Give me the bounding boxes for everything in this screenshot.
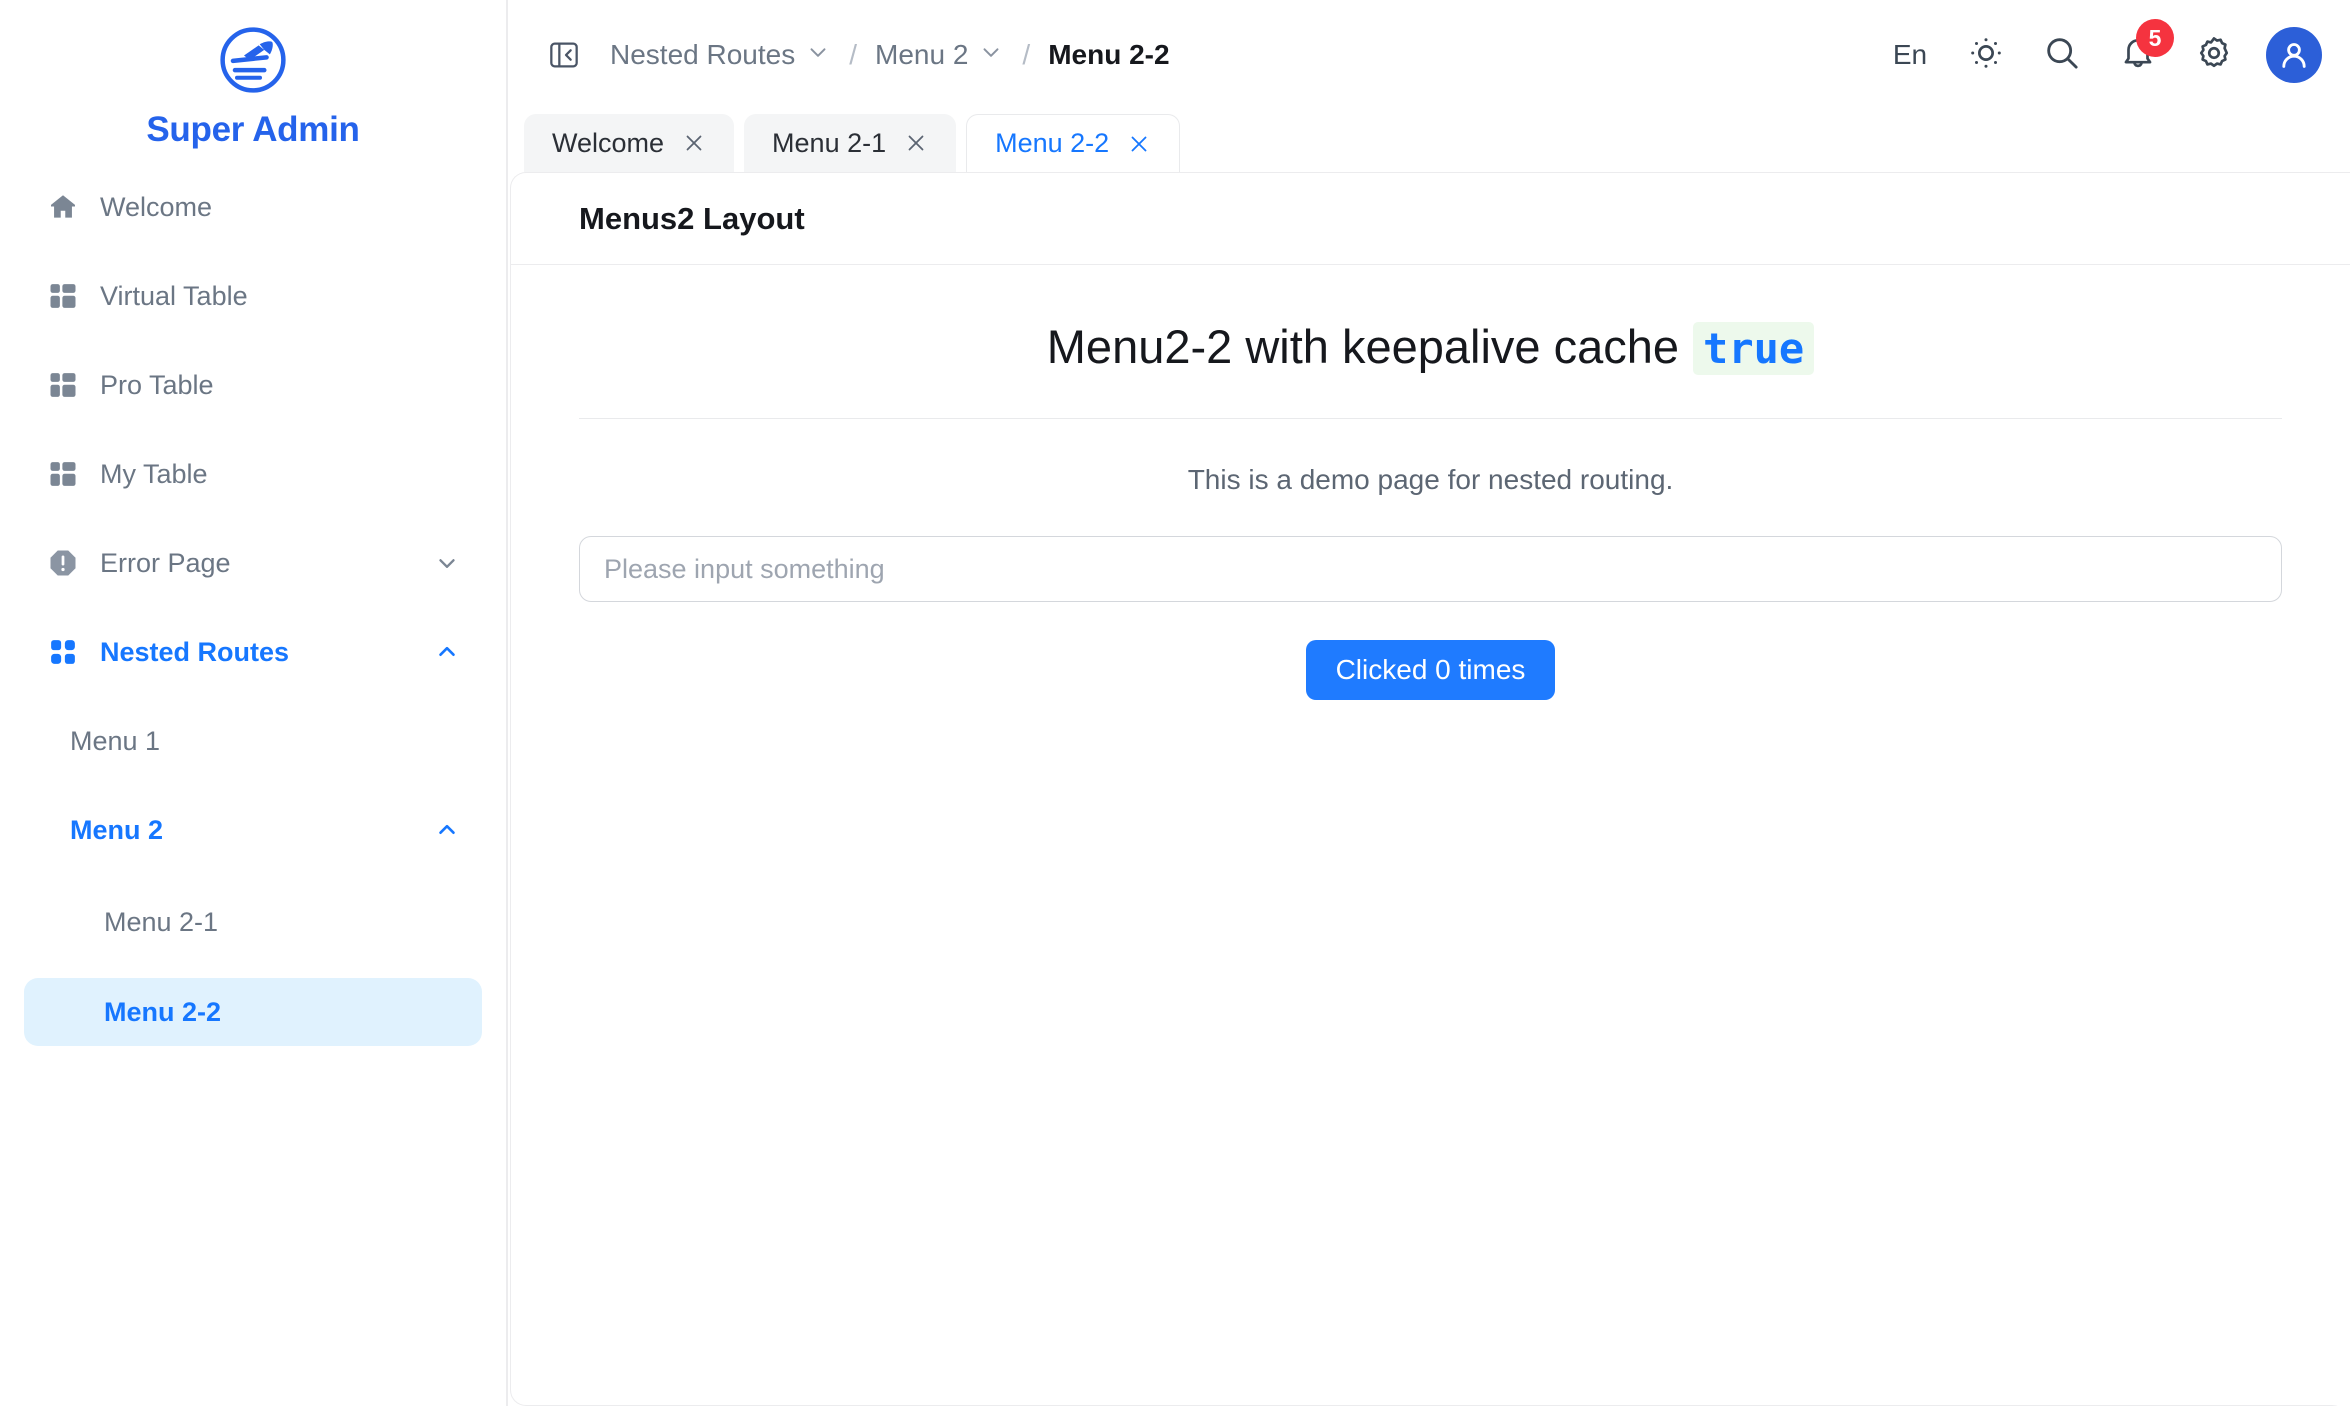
click-counter-button[interactable]: Clicked 0 times <box>1305 640 1556 700</box>
sidebar-item-nested-routes[interactable]: Nested Routes <box>24 621 482 683</box>
search-icon <box>2042 33 2082 78</box>
search-button[interactable] <box>2024 17 2100 93</box>
close-icon[interactable] <box>682 131 706 155</box>
sidebar-item-my-table[interactable]: My Table <box>24 443 482 505</box>
tab-label: Menu 2-2 <box>995 128 1110 158</box>
button-row: Clicked 0 times <box>579 640 2282 700</box>
sidebar-item-label: Welcome <box>100 191 213 222</box>
card-header: Menus2 Layout <box>511 173 2350 265</box>
header-actions: En 5 <box>1872 17 2322 93</box>
breadcrumb-item-menu-2[interactable]: Menu 2 <box>875 39 1004 72</box>
alert-octagon-icon <box>46 546 80 580</box>
sun-icon <box>1967 34 2005 77</box>
sidebar-menu: Welcome Virtual Table Pro Table My Table… <box>0 168 506 1068</box>
chevron-up-icon[interactable] <box>434 817 460 843</box>
sidebar-collapse-icon[interactable] <box>546 37 582 73</box>
rocket-circle-logo <box>220 27 286 93</box>
sidebar-leaf-label: Menu 2-1 <box>104 906 219 937</box>
chevron-down-icon[interactable] <box>434 550 460 576</box>
admin-app-window: Super Admin Welcome Virtual Table Pro Ta… <box>0 0 2350 1406</box>
demo-subtitle: This is a demo page for nested routing. <box>1187 464 1674 495</box>
breadcrumb-item-current: Menu 2-2 <box>1048 39 1169 71</box>
page-title: Menus2 Layout <box>579 200 805 236</box>
main-area: Nested Routes / Menu 2 / Menu 2-2 En 5 W… <box>508 0 2350 1406</box>
sidebar-item-error-page[interactable]: Error Page <box>24 532 482 594</box>
divider <box>579 418 2282 419</box>
sidebar-item-label: Nested Routes <box>100 636 290 667</box>
breadcrumb-label: Nested Routes <box>610 39 796 70</box>
content-wrapper: Menus2 Layout Menu2-2 with keepalive cac… <box>508 172 2350 1406</box>
home-icon <box>46 190 80 224</box>
sidebar-item-label: Error Page <box>100 547 231 578</box>
table-grid-icon <box>46 457 80 491</box>
four-dots-icon <box>46 635 80 669</box>
content-card: Menus2 Layout Menu2-2 with keepalive cac… <box>510 172 2350 1406</box>
tab-welcome[interactable]: Welcome <box>524 114 735 172</box>
sidebar-item-menu-2-1[interactable]: Menu 2-1 <box>24 888 482 956</box>
sidebar-item-virtual-table[interactable]: Virtual Table <box>24 265 482 327</box>
keepalive-value-badge: true <box>1693 322 1815 375</box>
sidebar-leaf-label: Menu 2-2 <box>104 996 222 1027</box>
demo-heading: Menu2-2 with keepalive cache true <box>579 319 2282 375</box>
sidebar-item-label: Pro Table <box>100 369 214 400</box>
breadcrumb: Nested Routes / Menu 2 / Menu 2-2 <box>610 39 1872 72</box>
chevron-down-icon[interactable] <box>978 39 1004 72</box>
tab-label: Welcome <box>552 127 665 158</box>
sidebar-item-menu-2-2[interactable]: Menu 2-2 <box>24 978 482 1046</box>
tab-bar: Welcome Menu 2-1 Menu 2-2 <box>508 110 2350 172</box>
tab-menu-2-1[interactable]: Menu 2-1 <box>744 114 957 172</box>
sidebar-subitem-label: Menu 2 <box>70 814 164 845</box>
sidebar-item-menu-1[interactable]: Menu 1 <box>24 710 482 772</box>
tab-menu-2-2[interactable]: Menu 2-2 <box>966 114 1181 172</box>
sidebar-item-menu-2[interactable]: Menu 2 <box>24 799 482 861</box>
breadcrumb-label: Menu 2 <box>875 39 969 70</box>
language-label: En <box>1892 39 1928 70</box>
breadcrumb-item-nested-routes[interactable]: Nested Routes <box>610 39 831 72</box>
chevron-up-icon[interactable] <box>434 639 460 665</box>
table-grid-icon <box>46 279 80 313</box>
sidebar-subitem-label: Menu 1 <box>70 725 161 756</box>
sidebar-item-label: Virtual Table <box>100 280 248 311</box>
gear-icon <box>2195 34 2233 77</box>
breadcrumb-separator: / <box>849 39 857 70</box>
language-switcher[interactable]: En <box>1872 17 1948 93</box>
top-header: Nested Routes / Menu 2 / Menu 2-2 En 5 <box>508 0 2350 110</box>
sidebar: Super Admin Welcome Virtual Table Pro Ta… <box>0 0 508 1406</box>
notifications-button[interactable]: 5 <box>2100 17 2176 93</box>
brand-block[interactable]: Super Admin <box>0 14 506 168</box>
demo-input[interactable] <box>579 536 2282 602</box>
table-grid-icon <box>46 368 80 402</box>
theme-toggle-button[interactable] <box>1948 17 2024 93</box>
chevron-down-icon[interactable] <box>805 39 831 72</box>
close-icon[interactable] <box>1127 132 1151 156</box>
breadcrumb-separator: / <box>1022 39 1031 70</box>
breadcrumb-label: Menu 2-2 <box>1048 39 1170 70</box>
card-body: Menu2-2 with keepalive cache true This is… <box>511 265 2350 1405</box>
sidebar-item-welcome[interactable]: Welcome <box>24 176 482 238</box>
sidebar-item-pro-table[interactable]: Pro Table <box>24 354 482 416</box>
sidebar-item-label: My Table <box>100 458 208 489</box>
demo-heading-text: Menu2-2 with keepalive cache <box>1046 320 1680 373</box>
tab-label: Menu 2-1 <box>772 127 887 158</box>
avatar[interactable] <box>2266 27 2322 83</box>
brand-name: Super Admin <box>146 110 360 149</box>
close-icon[interactable] <box>904 131 928 155</box>
notification-badge: 5 <box>2136 19 2174 57</box>
settings-button[interactable] <box>2176 17 2252 93</box>
